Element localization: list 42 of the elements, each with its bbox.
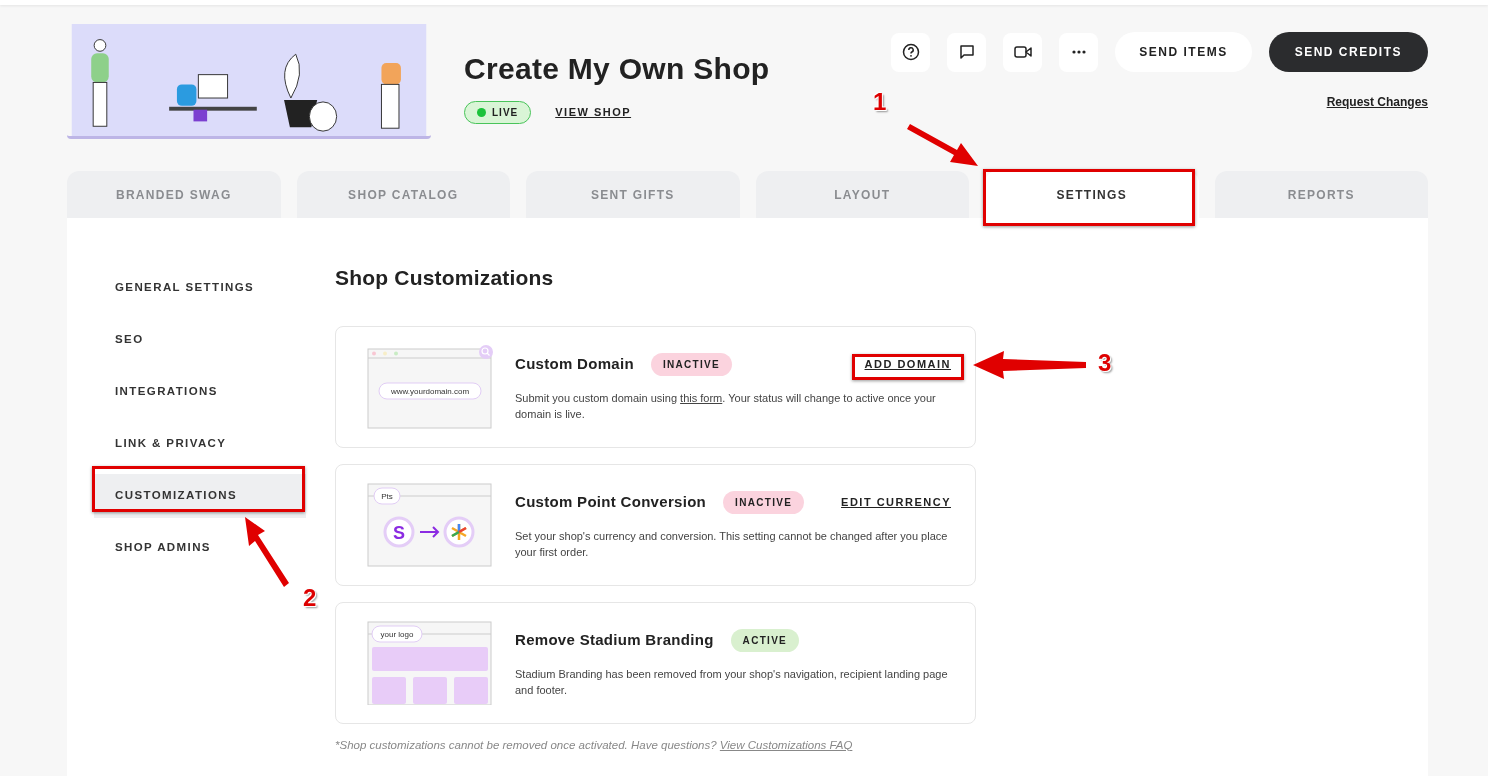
help-button[interactable] xyxy=(891,32,931,72)
domain-illustration: www.yourdomain.com xyxy=(367,344,493,429)
help-icon xyxy=(901,43,920,61)
shop-title: Create My Own Shop xyxy=(464,51,771,87)
sidebar-item[interactable]: SHOP ADMINS xyxy=(94,526,306,570)
live-status-badge: LIVE xyxy=(464,101,532,124)
status-badge: INACTIVE xyxy=(650,352,732,376)
annotation-number: 2 xyxy=(303,583,317,613)
faq-link[interactable]: View Customizations FAQ xyxy=(719,738,853,751)
annotation-arrow xyxy=(245,517,289,587)
chat-icon xyxy=(958,44,975,60)
sidebar-item[interactable]: LINK & PRIVACY xyxy=(94,422,306,466)
view-shop-link[interactable]: VIEW SHOP xyxy=(555,104,632,121)
annotation-number: 1 xyxy=(873,87,887,117)
send-credits-button[interactable]: SEND CREDITS xyxy=(1268,32,1428,72)
card-description: Stadium Branding has been removed from your shop's navigation, recipient landing page and footer. xyxy=(515,666,949,698)
card-description: Submit you custom domain using this form. Your status will change to active once your domain is live. xyxy=(515,390,937,422)
card-description: Set your shop's currency and conversion. This setting cannot be changed after you place your first order. xyxy=(515,528,949,560)
points-illustration: Pts S xyxy=(367,482,493,567)
card-title: Custom Domain xyxy=(515,353,634,374)
request-changes-link[interactable]: Request Changes xyxy=(1326,95,1428,109)
sidebar-item[interactable]: INTEGRATIONS xyxy=(94,370,306,414)
annotation-number: 3 xyxy=(1098,348,1112,378)
video-camera-icon xyxy=(1013,45,1032,59)
send-items-button[interactable]: SEND ITEMS xyxy=(1115,32,1252,72)
video-button[interactable] xyxy=(1003,32,1043,72)
sidebar-item[interactable]: CUSTOMIZATIONS xyxy=(94,474,306,518)
card-title: Remove Stadium Branding xyxy=(515,629,714,650)
sidebar-item[interactable]: SEO xyxy=(94,318,306,362)
footnote-text: *Shop customizations cannot be removed once activated. Have questions? View Customizations FAQ xyxy=(335,737,854,753)
card-action-link[interactable]: EDIT CURRENCY xyxy=(841,493,951,511)
status-badge: INACTIVE xyxy=(723,490,805,514)
sidebar-item[interactable]: GENERAL SETTINGS xyxy=(94,266,306,310)
annotation-arrow xyxy=(907,124,978,166)
tab[interactable]: SETTINGS xyxy=(985,171,1199,218)
card-action-link[interactable]: ADD DOMAIN xyxy=(864,355,951,373)
card-title: Custom Point Conversion xyxy=(515,491,707,512)
status-badge: ACTIVE xyxy=(730,628,800,652)
section-heading: Shop Customizations xyxy=(335,265,555,291)
chat-button[interactable] xyxy=(947,32,987,72)
branding-illustration: your logo xyxy=(367,620,493,705)
more-icon xyxy=(1071,50,1086,54)
